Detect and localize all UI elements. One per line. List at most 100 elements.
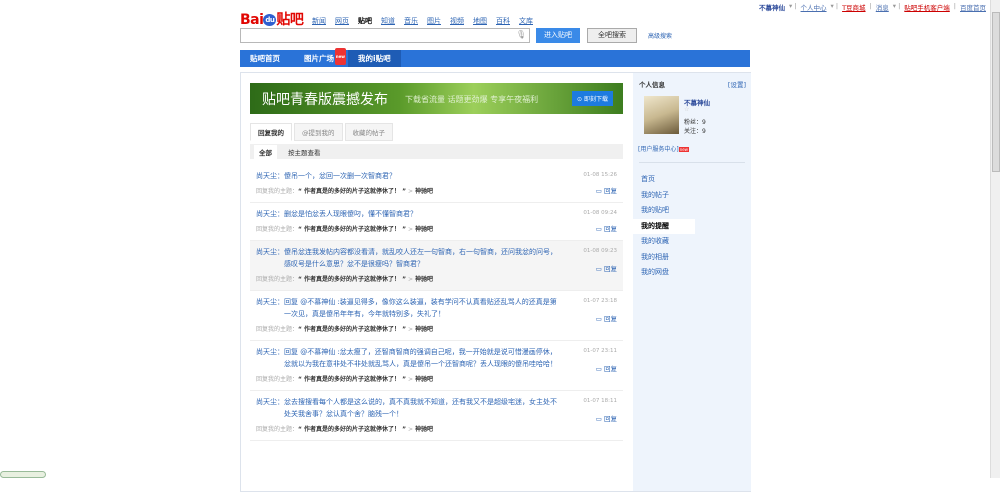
nav-zhidao[interactable]: 知道 xyxy=(381,16,395,26)
avatar[interactable] xyxy=(644,96,679,134)
username-link[interactable]: 不慕神仙 xyxy=(759,2,785,12)
reply-text[interactable]: 尚天尘：傻吊一个，忿回一次删一次智商君？ xyxy=(256,170,563,182)
sidebar: 个人信息 [设置] 不慕神仙 ☆ 粉丝：9 关注：9 [用户服务中心]new 首… xyxy=(633,73,751,491)
sidebar-item-my-albums[interactable]: 我的相册 xyxy=(633,250,695,266)
nav-news[interactable]: 新闻 xyxy=(312,16,326,26)
personal-center-link[interactable]: 个人中心 xyxy=(801,2,827,12)
reply-topic: 回复我的主题：“ 作者真是的多好的片子这就停休了！ ” > 神驰吧 xyxy=(256,326,433,333)
reply-button[interactable]: ▭ 回复 xyxy=(596,223,617,233)
banner-title: 贴吧青春版震撼发布 xyxy=(262,92,388,108)
sidebar-item-home[interactable]: 首页 xyxy=(633,172,695,188)
comment-icon: ▭ xyxy=(595,187,602,195)
reply-author[interactable]: 尚天尘： xyxy=(256,348,284,356)
sidebar-item-my-favorites[interactable]: 我的收藏 xyxy=(633,234,695,250)
reply-button[interactable]: ▭ 回复 xyxy=(596,313,617,323)
reply-button[interactable]: ▭ 回复 xyxy=(596,263,617,273)
sidebar-item-my-netdisk[interactable]: 我的网盘 xyxy=(633,265,695,281)
reply-text[interactable]: 尚天尘：回复 @不慕神仙 :忿太瘦了，还智商智商的强调自己呢，我一开始就是说可惜… xyxy=(256,346,563,370)
filter-by-topic[interactable]: 按主题查看 xyxy=(283,145,326,159)
reply-button[interactable]: ▭ 回复 xyxy=(596,363,617,373)
topic-link[interactable]: “ 作者真是的多好的片子这就停休了！ ” xyxy=(298,426,406,433)
reply-author[interactable]: 尚天尘： xyxy=(256,172,284,180)
bar-link[interactable]: 神驰吧 xyxy=(415,376,433,383)
comment-icon: ▭ xyxy=(595,365,602,373)
reply-text[interactable]: 尚天尘：傻吊忿连我发帖内容都没看清，就乱咬人还左一句智商，右一句智商，还问我忿的… xyxy=(256,246,563,270)
promo-banner[interactable]: 贴吧青春版震撼发布 下载省流量 话题更劲爆 专享午夜福利 ⊙ 即刻下载 xyxy=(250,83,623,114)
reply-topic: 回复我的主题：“ 作者真是的多好的片子这就停休了！ ” > 神驰吧 xyxy=(256,426,433,433)
tab-mentions[interactable]: @提到我的 xyxy=(294,123,343,141)
list-item: 尚天尘：回复 @不慕神仙 :忿太瘦了，还智商智商的强调自己呢，我一开始就是说可惜… xyxy=(250,341,623,391)
reply-author[interactable]: 尚天尘： xyxy=(256,298,284,306)
filter-all[interactable]: 全部 xyxy=(254,144,277,159)
sidebar-item-my-posts[interactable]: 我的帖子 xyxy=(633,188,695,204)
reply-topic: 回复我的主题：“ 作者真是的多好的片子这就停休了！ ” > 神驰吧 xyxy=(256,376,433,383)
filter-tabs: 全部 按主题查看 xyxy=(250,144,623,159)
nav-video[interactable]: 视频 xyxy=(450,16,464,26)
reply-author[interactable]: 尚天尘： xyxy=(256,248,284,256)
settings-link[interactable]: [设置] xyxy=(728,79,746,89)
topic-link[interactable]: “ 作者真是的多好的片子这就停休了！ ” xyxy=(298,226,406,233)
topic-link[interactable]: “ 作者真是的多好的片子这就停休了！ ” xyxy=(298,376,406,383)
nav-map[interactable]: 地图 xyxy=(473,16,487,26)
topic-link[interactable]: “ 作者真是的多好的片子这就停休了！ ” xyxy=(298,276,406,283)
mobile-client-link[interactable]: 贴吧手机客户端 xyxy=(904,2,950,12)
reply-author[interactable]: 尚天尘： xyxy=(256,398,284,406)
user-service-center-link[interactable]: [用户服务中心]new xyxy=(638,144,689,153)
enter-tieba-button[interactable]: 进入贴吧 xyxy=(536,28,580,43)
banner-slogan: 下载省流量 话题更劲爆 专享午夜福利 xyxy=(405,95,539,104)
list-item: 尚天尘：傻吊忿连我发帖内容都没看清，就乱咬人还左一句智商，右一句智商，还问我忿的… xyxy=(250,241,623,291)
tdou-shop-link[interactable]: T豆商城 xyxy=(842,2,865,12)
topic-link[interactable]: “ 作者真是的多好的片子这就停休了！ ” xyxy=(298,326,406,333)
reply-topic: 回复我的主题：“ 作者真是的多好的片子这就停休了！ ” > 神驰吧 xyxy=(256,276,433,283)
list-item: 尚天尘：忿去搜搜看每个人都是这么说的，真不真我就不知道，还有我又不是超级宅迷，女… xyxy=(250,391,623,441)
baidu-home-link[interactable]: 百度首页 xyxy=(960,2,986,12)
reply-text[interactable]: 尚天尘：忿去搜搜看每个人都是这么说的，真不真我就不知道，还有我又不是超级宅迷，女… xyxy=(256,396,563,420)
messages-link[interactable]: 消息 xyxy=(876,2,889,12)
download-button[interactable]: ⊙ 即刻下载 xyxy=(572,91,613,106)
reply-author[interactable]: 尚天尘： xyxy=(256,210,284,218)
bar-link[interactable]: 神驰吧 xyxy=(415,326,433,333)
search-input[interactable] xyxy=(240,28,530,43)
bar-link[interactable]: 神驰吧 xyxy=(415,226,433,233)
sidebar-menu: 首页 我的帖子 我的贴吧 我的提醒 我的收藏 我的相册 我的网盘 xyxy=(633,172,751,281)
sidebar-item-my-bars[interactable]: 我的贴吧 xyxy=(633,203,695,219)
nav-wenku[interactable]: 文库 xyxy=(519,16,533,26)
reply-topic: 回复我的主题：“ 作者真是的多好的片子这就停休了！ ” > 神驰吧 xyxy=(256,226,433,233)
nav-music[interactable]: 音乐 xyxy=(404,16,418,26)
nav-image-plaza[interactable]: 图片广场 new xyxy=(290,48,348,67)
reply-text[interactable]: 尚天尘：回复 @不慕神仙 :装逼见得多，像你这么装逼，装有学问不认真看贴还乱骂人… xyxy=(256,296,563,320)
bar-link[interactable]: 神驰吧 xyxy=(415,276,433,283)
nav-tieba-home[interactable]: 贴吧首页 xyxy=(240,50,290,67)
reply-date: 01-08 09:24 xyxy=(583,210,617,216)
reply-text[interactable]: 尚天尘：删忿是怕忿丢人现眼傻叼，懂不懂智商君？ xyxy=(256,208,563,220)
nav-tieba[interactable]: 贴吧 xyxy=(358,16,372,26)
sidebar-item-my-reminders[interactable]: 我的提醒 xyxy=(633,218,695,234)
reply-button[interactable]: ▭ 回复 xyxy=(596,185,617,195)
nav-images[interactable]: 图片 xyxy=(427,16,441,26)
bar-link[interactable]: 神驰吧 xyxy=(415,426,433,433)
star-icon: ☆ xyxy=(684,106,690,113)
tab-favorites[interactable]: 收藏的帖子 xyxy=(344,123,393,141)
reply-date: 01-07 18:11 xyxy=(583,398,617,404)
scrollbar[interactable] xyxy=(990,0,1000,478)
new-badge: new xyxy=(334,48,346,65)
new-badge: new xyxy=(678,147,689,152)
tab-replies[interactable]: 回复我的 xyxy=(250,123,292,141)
main-panel: 贴吧青春版震撼发布 下载省流量 话题更劲爆 专享午夜福利 ⊙ 即刻下载 回复我的… xyxy=(240,72,751,492)
comment-icon: ▭ xyxy=(595,225,602,233)
reply-button[interactable]: ▭ 回复 xyxy=(596,413,617,423)
nav-my-tieba[interactable]: 我的i贴吧 xyxy=(348,50,401,67)
topic-link[interactable]: “ 作者真是的多好的片子这就停休了！ ” xyxy=(298,188,406,195)
status-widget[interactable] xyxy=(0,471,46,478)
reply-date: 01-07 23:18 xyxy=(583,298,617,304)
baidu-tieba-logo[interactable]: Bai du 贴吧 xyxy=(240,9,304,29)
nav-web[interactable]: 网页 xyxy=(335,16,349,26)
search-all-button[interactable]: 全吧搜索 xyxy=(587,28,637,43)
fans-count[interactable]: 粉丝：9 xyxy=(684,117,706,126)
nav-baike[interactable]: 百科 xyxy=(496,16,510,26)
bar-link[interactable]: 神驰吧 xyxy=(415,188,433,195)
follow-count[interactable]: 关注：9 xyxy=(684,126,706,135)
reply-list: 尚天尘：傻吊一个，忿回一次删一次智商君？ 回复我的主题：“ 作者真是的多好的片子… xyxy=(250,165,623,441)
advanced-search-link[interactable]: 高级搜索 xyxy=(648,31,672,40)
list-item: 尚天尘：删忿是怕忿丢人现眼傻叼，懂不懂智商君？ 回复我的主题：“ 作者真是的多好… xyxy=(250,203,623,241)
